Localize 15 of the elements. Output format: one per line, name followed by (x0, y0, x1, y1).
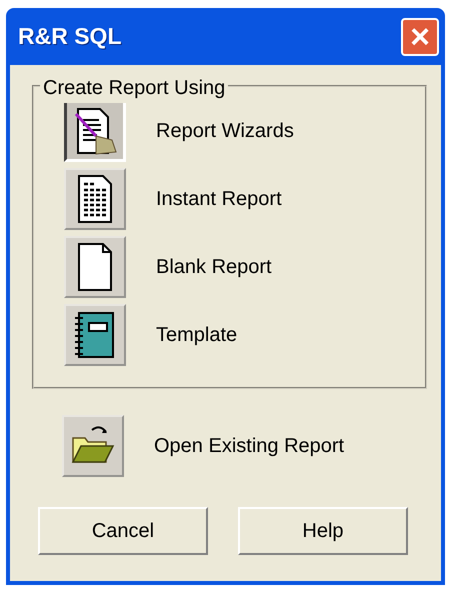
dialog-button[interactable]: Cancel (38, 507, 208, 555)
option-label: Report Wizards (156, 119, 294, 144)
notebook-icon (73, 310, 117, 360)
option-label: Instant Report (156, 187, 282, 212)
report-type-button[interactable] (64, 100, 126, 162)
option-label: Open Existing Report (154, 434, 344, 459)
close-button[interactable]: × (401, 18, 439, 56)
option-label: Template (156, 323, 238, 348)
text-document-icon (75, 174, 115, 224)
option-label: Blank Report (156, 255, 272, 280)
open-report-button[interactable] (62, 415, 124, 477)
blank-document-icon (75, 242, 115, 292)
window-title: R&R SQL (18, 22, 122, 52)
dialog-button[interactable]: Help (238, 507, 408, 555)
wizard-document-icon (72, 106, 118, 156)
